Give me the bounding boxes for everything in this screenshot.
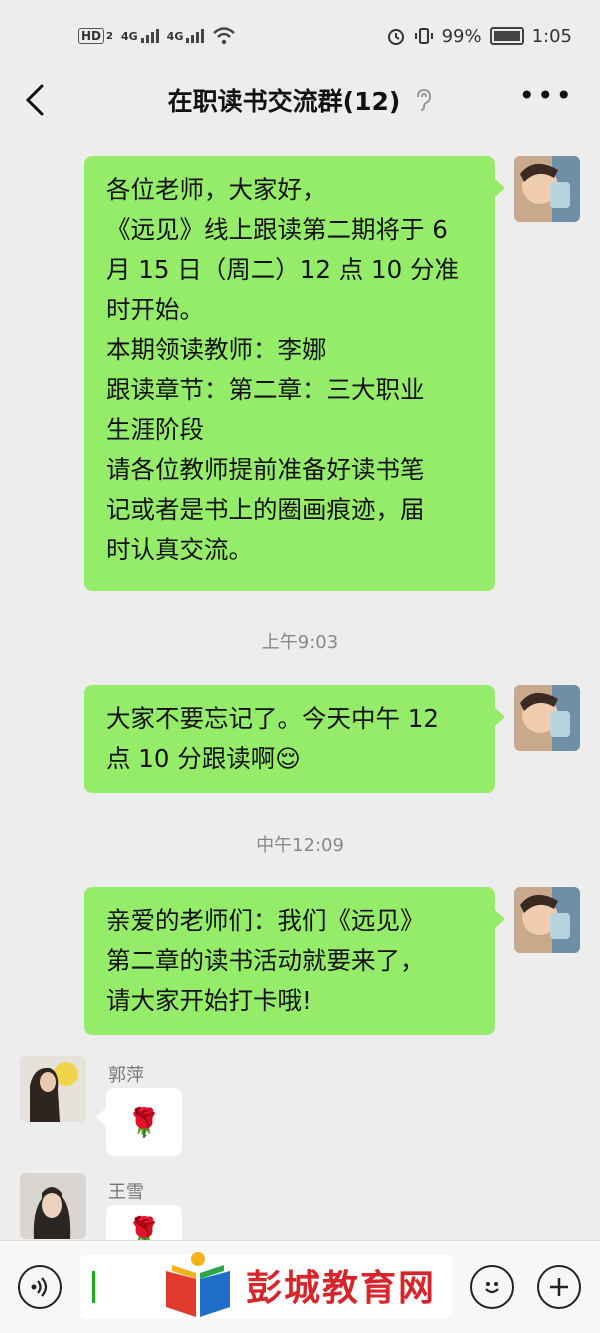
watermark-text: 彭城教育网 [246,1268,437,1309]
sender-name: 王雪 [108,1182,144,1203]
message-line: 大家不要忘记了。今天中午 12 [106,704,439,733]
message-line: 请大家开始打卡哦! [106,986,312,1015]
message-line: 时认真交流。 [106,535,253,564]
chat-title[interactable]: 在职读书交流群(12) [168,82,401,118]
signal-1-label: 4G [120,30,138,43]
message-line-with-emoji: 点 10 分跟读啊😌 [106,739,475,779]
avatar-guoping[interactable] [20,1056,86,1122]
wifi-icon [213,27,236,45]
ear-icon [417,88,432,111]
message-line: 跟读章节：第二章：三大职业 [106,375,425,404]
status-left: HD 2 4G 4G [78,26,236,46]
message-bubble-2[interactable]: 大家不要忘记了。今天中午 12 点 10 分跟读啊😌 [84,685,505,793]
relieved-face-emoji: 😌 [275,744,301,773]
rose-emoji: 🌹 [126,1215,162,1240]
timestamp: 中午12:09 [256,835,344,856]
voice-icon[interactable] [18,1265,62,1309]
avatar-wangxue[interactable] [20,1173,86,1239]
battery-icon [489,27,524,45]
message-bubble-4[interactable]: 🌹 [96,1088,182,1156]
hd-badge: HD [78,28,105,44]
alarm-icon [387,29,404,45]
input-bar: 彭城教育网 [0,1240,600,1333]
message-line: 月 15 日（周二）12 点 10 分准 [106,255,459,284]
timestamp: 上午9:03 [261,632,339,653]
chat-header: 在职读书交流群(12) ••• [0,72,600,128]
battery-percent: 99% [441,25,482,47]
message-line: 《远见》线上跟读第二期将于 6 [106,215,448,244]
message-line: 生涯阶段 [106,415,204,444]
hd-sub: 2 [106,30,113,42]
text-cursor [92,1271,95,1303]
hd-text: HD [81,29,102,43]
rose-emoji: 🌹 [126,1105,162,1139]
watermark: 彭城教育网 [160,1249,436,1321]
avatar-self[interactable] [514,887,580,953]
more-dots-icon[interactable]: ••• [518,82,574,110]
message-line: 时开始。 [106,295,204,324]
status-right: 99% 1:05 [386,26,572,47]
chevron-left-icon[interactable] [22,82,52,118]
signal-2-label: 4G [166,30,184,43]
message-line: 亲爱的老师们：我们《远见》 [106,906,425,935]
message-bubble-3[interactable]: 亲爱的老师们：我们《远见》 第二章的读书活动就要来了， 请大家开始打卡哦! [84,887,505,1035]
message-line: 第二章的读书活动就要来了， [106,946,425,975]
clock: 1:05 [531,25,572,47]
message-line: 请各位教师提前准备好读书笔 [106,455,425,484]
message-line: 各位老师，大家好， [106,175,327,204]
avatar-self[interactable] [514,685,580,751]
message-bubble-1[interactable]: 各位老师，大家好， 《远见》线上跟读第二期将于 6 月 15 日（周二）12 点… [84,156,505,591]
book-logo-icon [166,1252,230,1317]
message-line: 点 10 分跟读啊 [106,744,276,773]
signal-2-icon: 4G [167,29,205,43]
smiley-icon[interactable] [470,1265,514,1309]
avatar-self[interactable] [514,156,580,222]
status-bar: HD 2 4G 4G 99% 1:05 [0,0,600,72]
sender-name: 郭萍 [108,1065,144,1086]
vibrate-icon [414,28,433,44]
message-bubble-5[interactable]: 🌹 [106,1205,182,1240]
plus-icon[interactable] [537,1265,581,1309]
message-line: 记或者是书上的圈画痕迹，届 [106,495,425,524]
signal-1-icon: 4G [121,29,159,43]
message-line: 本期领读教师：李娜 [106,335,327,364]
